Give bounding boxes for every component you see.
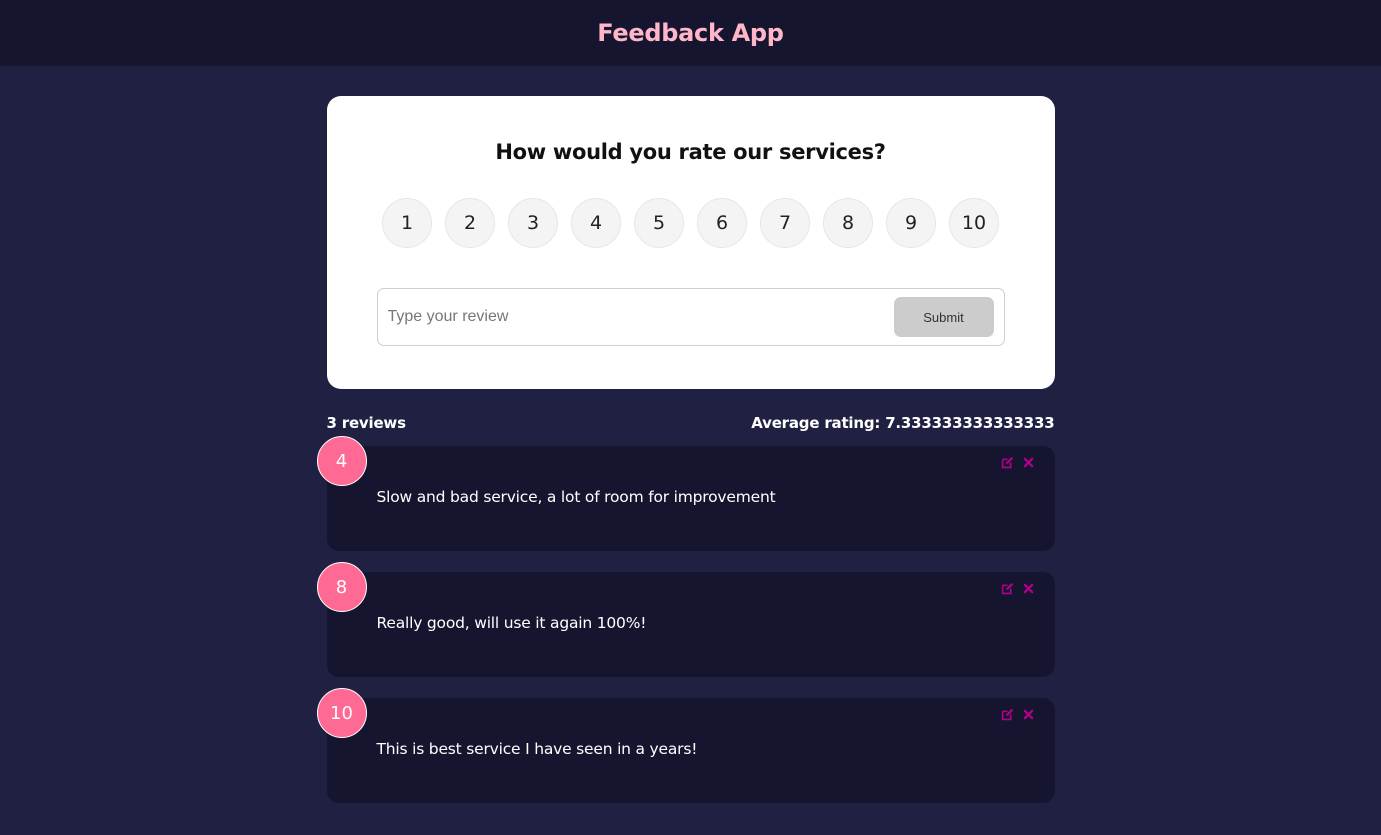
review-text: This is best service I have seen in a ye… (376, 740, 698, 758)
review-stats: 3 reviews Average rating: 7.333333333333… (327, 414, 1055, 432)
rating-option-7[interactable]: 7 (760, 198, 810, 248)
rating-question: How would you rate our services? (495, 140, 886, 164)
app-header: Feedback App (0, 0, 1381, 66)
edit-icon[interactable] (1001, 708, 1014, 721)
review-actions (1001, 582, 1035, 595)
review-card: 10 This is best service I have seen in a… (316, 688, 1055, 803)
rating-options: 1 2 3 4 5 6 7 8 9 10 (376, 198, 1006, 248)
close-icon[interactable] (1022, 456, 1035, 469)
rating-option-3[interactable]: 3 (508, 198, 558, 248)
main-container: How would you rate our services? 1 2 3 4… (316, 96, 1055, 803)
rating-option-2[interactable]: 2 (445, 198, 495, 248)
rating-option-8[interactable]: 8 (823, 198, 873, 248)
review-text: Slow and bad service, a lot of room for … (376, 488, 776, 506)
review-count: 3 reviews (326, 414, 407, 432)
rating-option-4[interactable]: 4 (571, 198, 621, 248)
edit-icon[interactable] (1001, 582, 1014, 595)
rating-option-1[interactable]: 1 (382, 198, 432, 248)
close-icon[interactable] (1022, 582, 1035, 595)
rating-option-10[interactable]: 10 (949, 198, 999, 248)
rating-option-9[interactable]: 9 (886, 198, 936, 248)
review-actions (1001, 456, 1035, 469)
app-title: Feedback App (597, 19, 784, 47)
edit-icon[interactable] (1001, 456, 1014, 469)
review-rating-badge: 8 (316, 562, 367, 612)
review-actions (1001, 708, 1035, 721)
average-rating: Average rating: 7.333333333333333 (751, 414, 1055, 432)
review-card: 4 Slow and bad service, a lot of room fo… (316, 436, 1055, 551)
review-rating-badge: 4 (316, 436, 367, 486)
rating-option-6[interactable]: 6 (697, 198, 747, 248)
review-list: 4 Slow and bad service, a lot of room fo… (316, 436, 1055, 803)
close-icon[interactable] (1022, 708, 1035, 721)
review-input-group: Submit (376, 288, 1005, 346)
review-rating-badge: 10 (316, 688, 367, 738)
review-input[interactable] (387, 308, 894, 326)
review-card: 8 Really good, will use it again 100%! (316, 562, 1055, 677)
rating-option-5[interactable]: 5 (634, 198, 684, 248)
submit-button[interactable]: Submit (893, 297, 994, 337)
rating-card: How would you rate our services? 1 2 3 4… (326, 96, 1055, 389)
review-text: Really good, will use it again 100%! (376, 614, 647, 632)
